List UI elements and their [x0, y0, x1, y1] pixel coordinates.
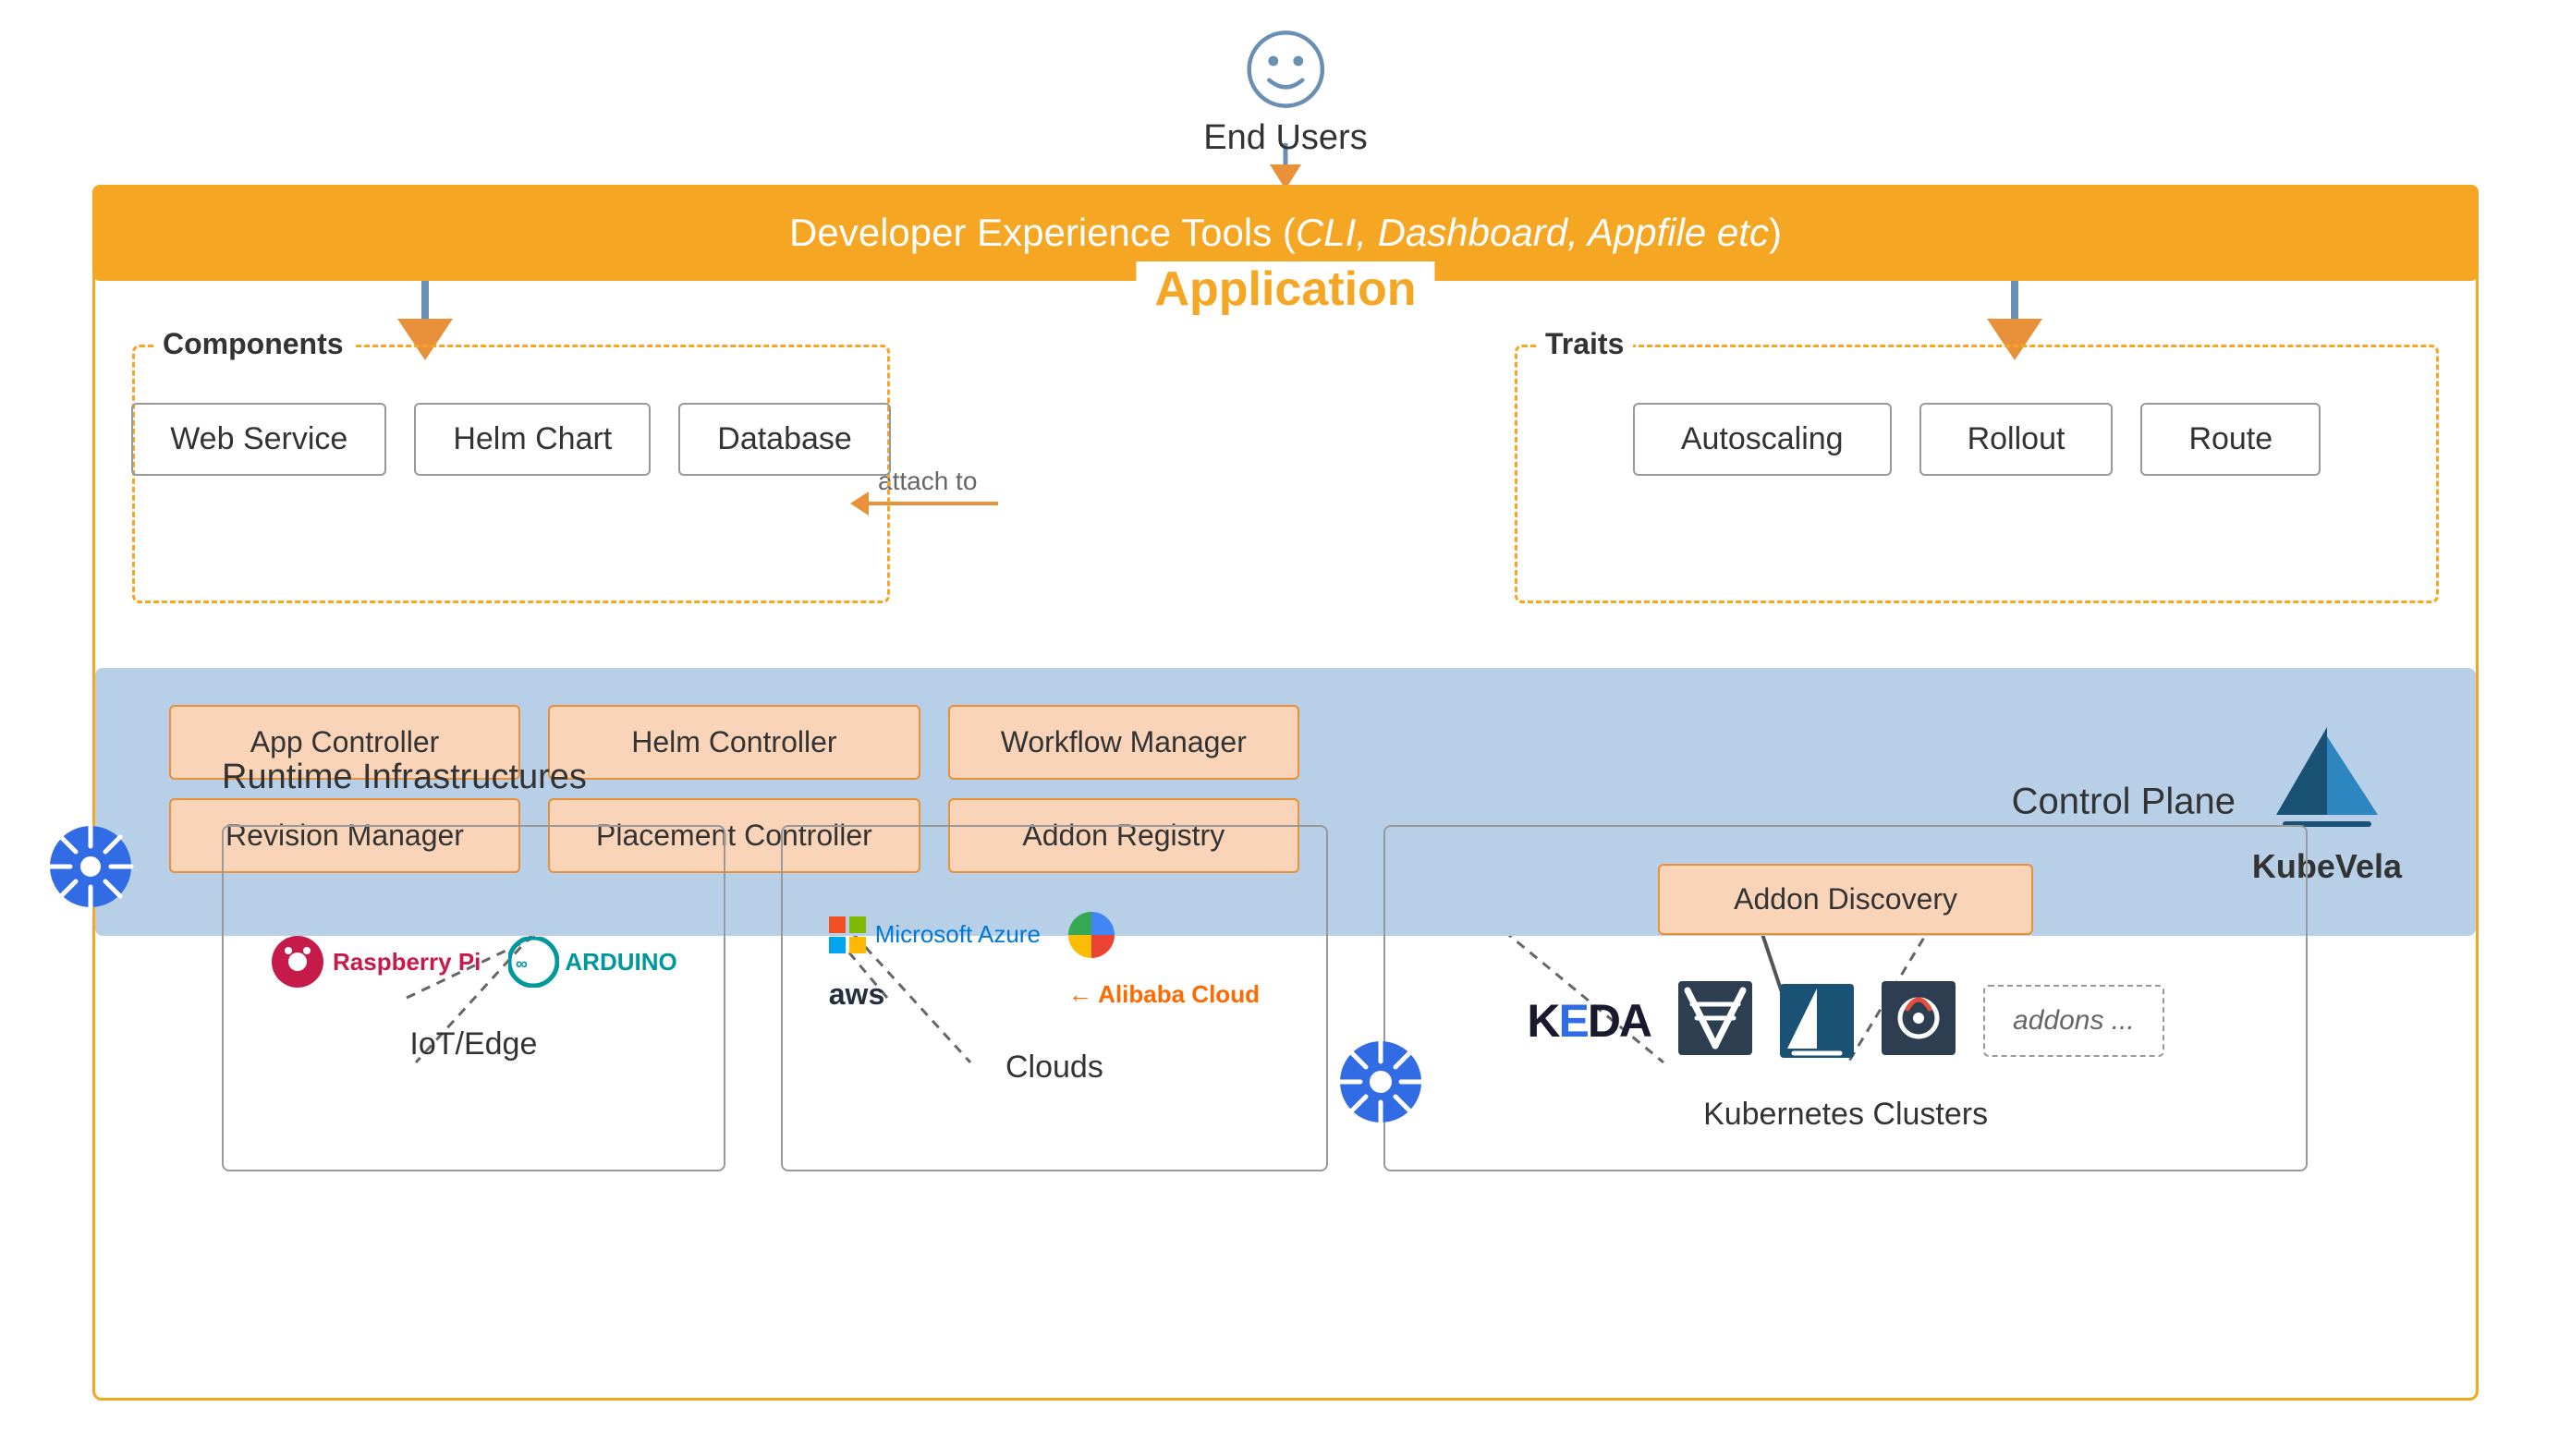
end-users-section: End Users [1203, 28, 1367, 158]
component-helm-chart: Helm Chart [414, 403, 651, 476]
azure-text: Microsoft Azure [875, 920, 1041, 949]
components-items: Web Service Helm Chart Database [135, 347, 887, 494]
component-web-service: Web Service [131, 403, 386, 476]
trait-rollout: Rollout [1919, 403, 2114, 476]
k8s-logos: KEDA [1527, 981, 2163, 1060]
raspberry-pi-logo: Raspberry Pi [270, 934, 481, 989]
clouds-box: Microsoft Azure aws ← Alibaba Cloud [781, 825, 1328, 1171]
argo-icon [1882, 981, 1956, 1055]
k8s-cluster-box: Addon Discovery KEDA [1383, 825, 2308, 1171]
raspberry-pi-icon [270, 934, 325, 989]
runtime-title: Runtime Infrastructures [222, 758, 2534, 797]
gcp-icon [1068, 912, 1115, 958]
trait-route: Route [2140, 403, 2321, 476]
istio-logo [1780, 984, 1854, 1058]
svg-text:∞: ∞ [516, 954, 528, 973]
end-users-label: End Users [1203, 118, 1367, 158]
gcp-logo [1068, 912, 1280, 958]
arduino-text: ARDUINO [565, 948, 676, 977]
aws-logo: aws [829, 977, 1041, 1013]
arduino-icon: ∞ [508, 937, 559, 988]
clouds-label: Clouds [1005, 1050, 1103, 1086]
addon-discovery-bar: Addon Discovery [1658, 864, 2033, 935]
raspberry-pi-text: Raspberry Pi [333, 948, 481, 977]
arduino-logo: ∞ ARDUINO [508, 937, 676, 988]
keda-logo: KEDA [1527, 994, 1651, 1048]
istio-icon [1780, 984, 1854, 1058]
application-title: Application [1136, 261, 1434, 317]
alibaba-logo: ← Alibaba Cloud [1068, 980, 1280, 1009]
end-users-icon [1244, 28, 1327, 111]
traits-items: Autoscaling Rollout Route [1517, 347, 2436, 494]
azure-logo: Microsoft Azure [829, 916, 1041, 953]
k8s-label: Kubernetes Clusters [1703, 1097, 1988, 1133]
trait-autoscaling: Autoscaling [1633, 403, 1892, 476]
aws-text: aws [829, 977, 884, 1011]
iot-label: IoT/Edge [409, 1026, 537, 1062]
argo-logo [1882, 981, 1956, 1060]
cloud-logos: Microsoft Azure aws ← Alibaba Cloud [829, 912, 1280, 1013]
runtime-section: Runtime Infrastructures Raspberry Pi [37, 758, 2534, 1171]
iot-box: Raspberry Pi ∞ ARDUINO IoT/Edge [222, 825, 725, 1171]
runtime-boxes: Raspberry Pi ∞ ARDUINO IoT/Edge [222, 825, 2534, 1171]
iot-logos: Raspberry Pi ∞ ARDUINO [270, 934, 677, 989]
alibaba-text: ← Alibaba Cloud [1068, 980, 1260, 1008]
addons-dots-text: addons ... [2013, 1005, 2135, 1036]
components-box: Components Web Service Helm Chart Databa… [132, 345, 890, 603]
addons-dots-box: addons ... [1983, 985, 2164, 1057]
traits-box: Traits Autoscaling Rollout Route [1515, 345, 2439, 603]
dev-exp-bar-text: Developer Experience Tools (CLI, Dashboa… [789, 211, 1782, 254]
velero-icon [1678, 981, 1752, 1055]
component-database: Database [678, 403, 891, 476]
azure-icon [829, 916, 866, 953]
velero-logo [1678, 981, 1752, 1060]
traits-label: Traits [1536, 327, 1633, 361]
k8s-cluster-icon [1334, 1036, 1427, 1133]
components-label: Components [153, 327, 353, 361]
keda-text: KEDA [1527, 995, 1651, 1047]
